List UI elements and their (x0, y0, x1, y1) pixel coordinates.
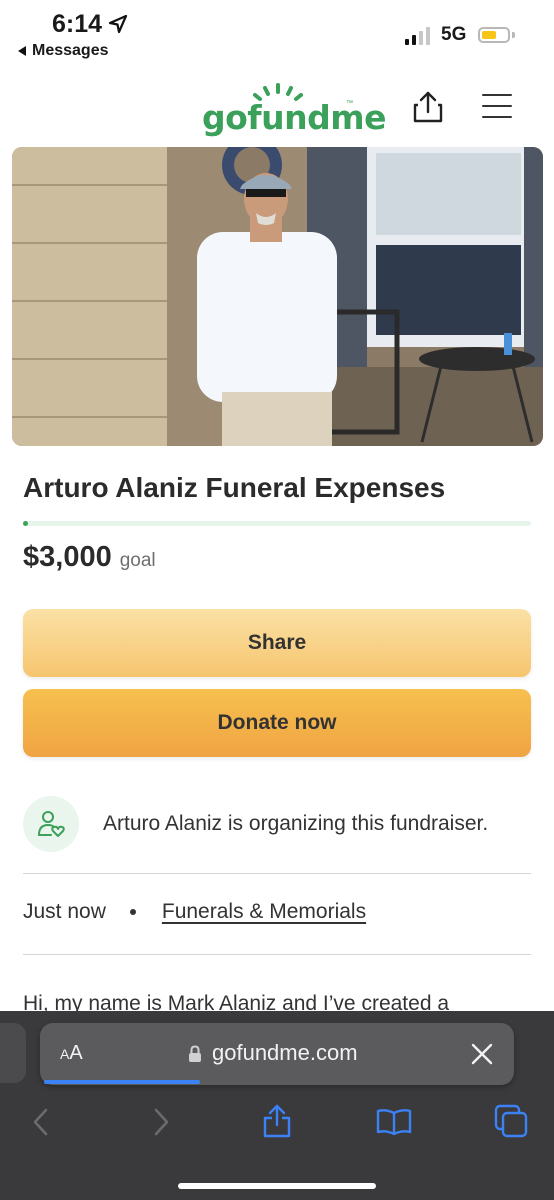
text-size-large-a: A (69, 1042, 83, 1064)
url-text: gofundme.com (212, 1040, 358, 1065)
bookmarks-icon[interactable] (376, 1107, 412, 1135)
organizer-heart-icon (38, 811, 65, 837)
status-time: 6:14 (52, 10, 103, 38)
safari-toolbar: AA gofundme.com (0, 1011, 554, 1200)
organizer-text: Arturo Alaniz is organizing this fundrai… (103, 812, 489, 835)
funding-progress-fill (23, 521, 29, 526)
battery-tip (512, 32, 515, 38)
address-bar[interactable]: AA gofundme.com (40, 1023, 514, 1085)
back-to-messages-link[interactable]: Messages (18, 42, 109, 60)
share-button[interactable]: Share (23, 609, 531, 677)
divider-top (23, 873, 531, 874)
status-bar: 6:14 Messages 5G (0, 0, 554, 70)
logo-trademark: ™ (346, 100, 353, 107)
text-size-button[interactable]: AA (60, 1042, 83, 1065)
campaign-hero-photo (12, 147, 543, 446)
signal-strength-icon (405, 27, 430, 45)
goal-label: goal (119, 550, 156, 571)
divider-bottom (23, 954, 531, 955)
organizer-row: Arturo Alaniz is organizing this fundrai… (23, 794, 531, 854)
share-sheet-icon[interactable] (262, 1103, 292, 1139)
share-icon[interactable] (412, 90, 444, 124)
back-messages-label: Messages (32, 42, 109, 59)
campaign-meta-row: Just now Funerals & Memorials (23, 900, 366, 924)
tabs-icon[interactable] (494, 1104, 528, 1138)
organizer-avatar (23, 796, 79, 852)
back-arrow-icon (18, 46, 26, 56)
network-type: 5G (441, 24, 467, 45)
location-arrow-icon (108, 14, 128, 34)
menu-icon[interactable] (482, 94, 512, 127)
goal-row: $3,000 goal (23, 541, 156, 574)
gofundme-logo[interactable]: gofundme ™ (202, 82, 387, 137)
category-link[interactable]: Funerals & Memorials (162, 900, 366, 924)
page-load-progress (44, 1080, 200, 1084)
lock-icon (189, 1045, 201, 1062)
home-indicator[interactable] (178, 1183, 376, 1189)
logo-wordmark: gofundme (202, 98, 387, 137)
forward-icon[interactable] (150, 1107, 172, 1137)
posted-time: Just now (23, 900, 106, 923)
close-icon[interactable] (470, 1042, 494, 1066)
goal-amount: $3,000 (23, 541, 112, 573)
battery-icon (478, 27, 510, 43)
separator-dot (129, 909, 136, 915)
back-icon[interactable] (30, 1107, 52, 1137)
donate-now-button[interactable]: Donate now (23, 689, 531, 757)
campaign-title: Arturo Alaniz Funeral Expenses (23, 472, 446, 503)
funding-progress-bar (23, 521, 531, 526)
previous-tab-preview[interactable] (0, 1023, 26, 1083)
text-size-small-a: A (60, 1046, 70, 1062)
